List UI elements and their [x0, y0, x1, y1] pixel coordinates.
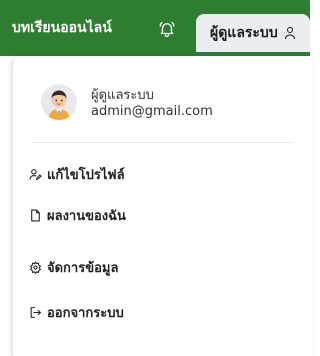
gear-icon	[29, 260, 42, 274]
avatar	[41, 84, 77, 120]
profile-summary: ผู้ดูแลระบบ admin@gmail.com	[41, 84, 291, 124]
menu-item-label: ออกจากระบบ	[47, 305, 124, 321]
profile-email: admin@gmail.com	[91, 104, 213, 119]
menu-item-my-work[interactable]: ผลงานของฉัน	[29, 204, 126, 226]
user-icon	[284, 27, 295, 40]
logout-icon	[30, 306, 41, 318]
top-navigation-bar: บทเรียนออนไลน์ ผู้ดูแลระบบ	[0, 0, 310, 56]
nav-link-online-lessons[interactable]: บทเรียนออนไลน์	[12, 0, 112, 56]
menu-item-manage-data[interactable]: จัดการข้อมูล	[29, 256, 118, 278]
divider	[31, 142, 293, 143]
user-edit-icon	[29, 168, 42, 180]
user-dropdown-menu: ผู้ดูแลระบบ admin@gmail.com แก้ไขโปรไฟล์…	[12, 56, 313, 356]
menu-item-label: จัดการข้อมูล	[47, 260, 119, 276]
user-menu-label: ผู้ดูแลระบบ	[210, 25, 278, 41]
menu-item-label: แก้ไขโปรไฟล์	[47, 167, 125, 183]
menu-item-logout[interactable]: ออกจากระบบ	[29, 301, 124, 323]
user-menu-button[interactable]: ผู้ดูแลระบบ	[196, 14, 310, 52]
menu-item-edit-profile[interactable]: แก้ไขโปรไฟล์	[29, 163, 125, 185]
bell-icon[interactable]	[158, 20, 176, 38]
menu-item-label: ผลงานของฉัน	[47, 208, 126, 224]
document-icon	[31, 209, 40, 221]
profile-name: ผู้ดูแลระบบ	[91, 88, 154, 103]
